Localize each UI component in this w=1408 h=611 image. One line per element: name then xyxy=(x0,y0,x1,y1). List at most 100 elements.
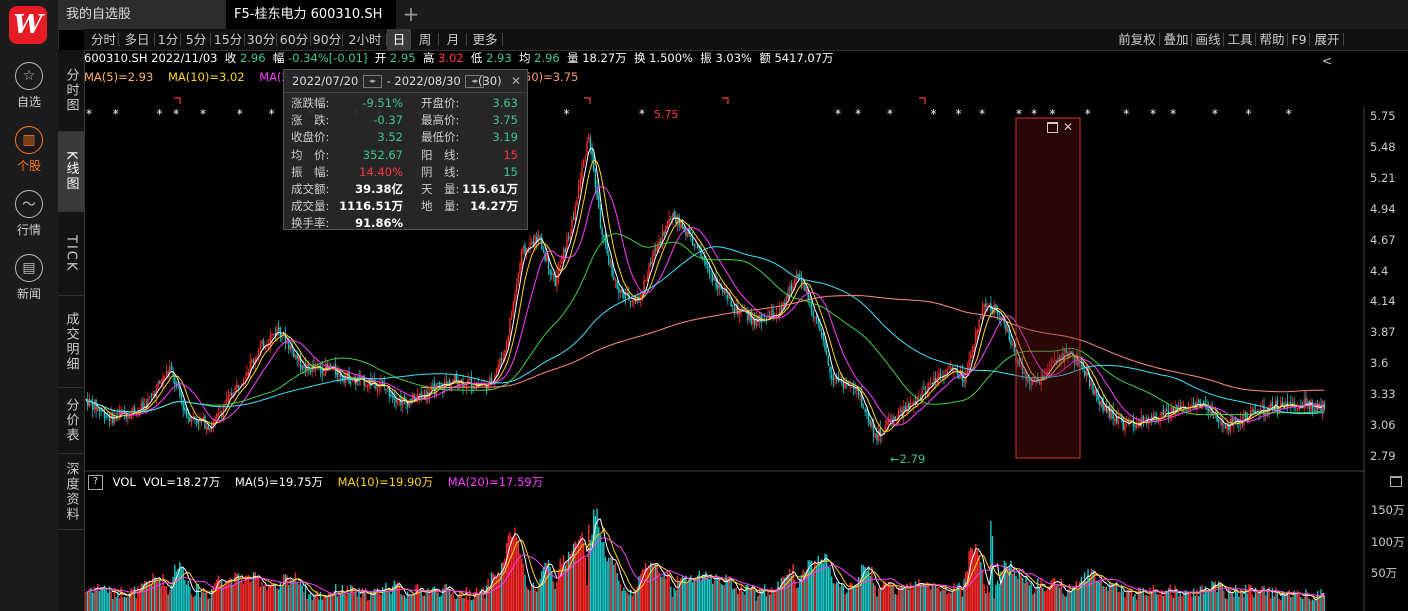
start-stepper[interactable]: ◂▸ xyxy=(362,75,382,88)
candle-body xyxy=(294,354,297,358)
volume-bar xyxy=(329,593,332,611)
period-7[interactable]: 90分 xyxy=(311,29,343,50)
volume-bar xyxy=(118,598,121,611)
tab-watchlist[interactable]: 我的自选股 xyxy=(58,0,226,29)
vtab-2[interactable]: TICK xyxy=(58,212,84,296)
amount-value: 5417.07万 xyxy=(774,51,834,65)
add-tab-button[interactable]: + xyxy=(398,0,424,29)
candle-body xyxy=(1218,419,1220,422)
tool-6[interactable]: 展开< xyxy=(1310,29,1344,68)
volume-bar xyxy=(1209,591,1212,611)
vtab-1[interactable]: K线图 xyxy=(58,132,84,212)
volume-bar xyxy=(438,596,441,611)
vtab-0[interactable]: 分时图 xyxy=(58,50,84,132)
candle-body xyxy=(195,420,198,422)
rail-stock[interactable]: ▥ 个股 xyxy=(0,126,58,174)
volume-bar xyxy=(393,580,396,611)
period-5[interactable]: 30分 xyxy=(245,29,277,50)
popup-row: 最高价: 3.75 xyxy=(421,112,531,129)
popup-close-icon[interactable]: ✕ xyxy=(511,70,521,92)
price-tick: 5.21 xyxy=(1370,171,1396,185)
volume-bar xyxy=(1194,595,1196,611)
candle-body xyxy=(706,266,709,268)
volume-bar xyxy=(98,591,101,611)
candle-body xyxy=(758,315,761,322)
event-star: * xyxy=(200,107,206,121)
rail-news[interactable]: ▤ 新闻 xyxy=(0,254,58,302)
candle-body xyxy=(980,317,982,319)
volume-bar xyxy=(1043,590,1046,611)
vtab-4[interactable]: 分价表 xyxy=(58,388,84,454)
candle-body xyxy=(1114,417,1116,421)
tab-stock-detail[interactable]: F5-桂东电力 600310.SH xyxy=(226,0,396,29)
candle-body xyxy=(693,244,695,246)
period-9[interactable]: 日 xyxy=(387,29,411,50)
volume-bar xyxy=(1122,591,1124,611)
volume-bar xyxy=(318,599,320,611)
candle-body xyxy=(790,283,793,291)
volume-bar xyxy=(348,593,350,611)
close-selection-icon[interactable]: ✕ xyxy=(1063,120,1073,134)
tool-2[interactable]: 画线 xyxy=(1192,29,1224,50)
candle-body xyxy=(1124,423,1126,432)
candle-body xyxy=(732,304,734,307)
candle-body xyxy=(385,388,387,390)
candle-body xyxy=(824,341,826,350)
candle-body xyxy=(1187,408,1190,411)
volume-bar xyxy=(1104,587,1106,611)
candle-body xyxy=(593,156,595,171)
ma250-legend: 50)=3.75 xyxy=(524,70,579,84)
ma-line-60 xyxy=(85,233,1325,416)
period-1[interactable]: 多日 xyxy=(119,29,155,50)
volume-bar xyxy=(718,578,721,611)
volume-bar xyxy=(1316,590,1319,611)
candle-body xyxy=(696,245,699,249)
volume-bar xyxy=(534,589,536,611)
vtab-3[interactable]: 成交明细 xyxy=(58,296,84,388)
vtab-5[interactable]: 深度资料 xyxy=(58,454,84,530)
candle-body xyxy=(619,289,622,293)
period-10[interactable]: 周 xyxy=(411,29,439,50)
volume-bar xyxy=(738,590,741,611)
help-icon[interactable]: ? xyxy=(88,475,103,490)
vol-ma10: MA(10)=19.90万 xyxy=(337,475,434,489)
tool-1[interactable]: 叠加 xyxy=(1160,29,1192,50)
rail-market[interactable]: 〜 行情 xyxy=(0,190,58,238)
open-label: 开 xyxy=(374,51,387,65)
tool-0[interactable]: 前复权 xyxy=(1114,29,1160,50)
period-4[interactable]: 15分 xyxy=(211,29,245,50)
period-6[interactable]: 60分 xyxy=(277,29,311,50)
volume-bar xyxy=(539,579,541,611)
volume-bar xyxy=(584,557,587,611)
tool-5[interactable]: F9 xyxy=(1288,29,1310,50)
range-selection[interactable] xyxy=(1015,117,1081,459)
candle-body xyxy=(1296,408,1299,410)
period-8[interactable]: 2小时 xyxy=(343,29,387,50)
volume-bar xyxy=(209,598,211,611)
period-11[interactable]: 月 xyxy=(439,29,467,50)
volume-bar xyxy=(710,574,712,611)
period-3[interactable]: 5分 xyxy=(181,29,211,50)
volume-bar xyxy=(720,583,722,611)
volume-bar xyxy=(877,588,880,611)
tool-3[interactable]: 工具 xyxy=(1224,29,1256,50)
period-0[interactable]: 分时 xyxy=(88,29,119,50)
volume-bar xyxy=(933,582,935,611)
volume-bar xyxy=(363,590,365,611)
volume-bar xyxy=(360,597,362,611)
candle-body xyxy=(911,402,913,404)
candle-body xyxy=(948,366,950,368)
volume-bar xyxy=(618,580,620,611)
volume-bar xyxy=(1130,589,1133,611)
candle-body xyxy=(819,324,821,331)
volume-bar xyxy=(574,541,576,611)
volume-maximize-icon[interactable] xyxy=(1390,476,1402,487)
tool-4[interactable]: 帮助 xyxy=(1256,29,1288,50)
maximize-icon[interactable] xyxy=(1047,122,1058,133)
rail-watchlist[interactable]: ☆ 自选 xyxy=(0,62,58,110)
app-logo[interactable]: W xyxy=(9,6,47,44)
volume-bar xyxy=(340,594,342,611)
period-2[interactable]: 1分 xyxy=(155,29,181,50)
period-12[interactable]: 更多 xyxy=(467,29,503,50)
volume-bar xyxy=(727,579,729,611)
